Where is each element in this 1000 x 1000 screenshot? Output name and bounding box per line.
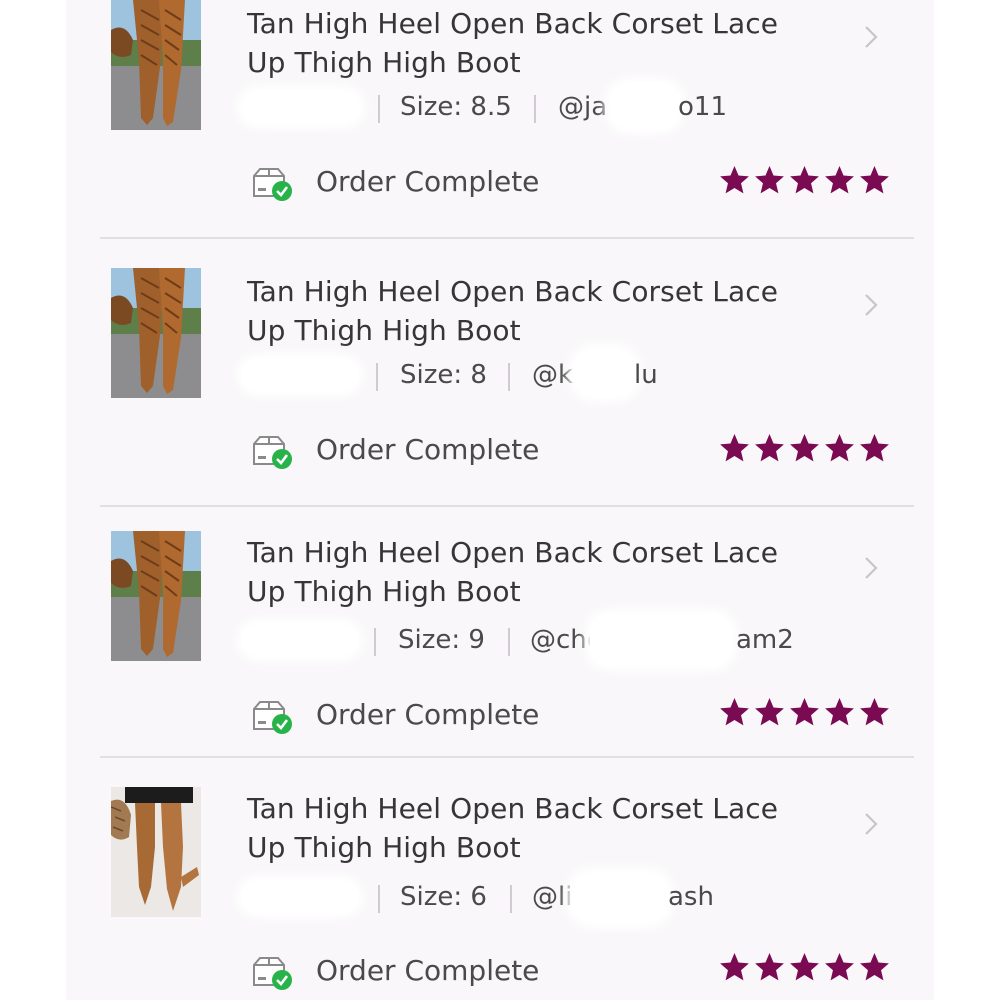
username-suffix: ash	[668, 882, 714, 912]
product-title: Tan High Heel Open Back Corset Lace Up T…	[247, 4, 837, 82]
order-meta: Size: 6 @li ash	[238, 873, 798, 923]
username-suffix: o11	[678, 92, 727, 122]
star-icon	[825, 166, 854, 194]
meta-divider	[378, 885, 380, 913]
product-title: Tan High Heel Open Back Corset Lace Up T…	[247, 789, 837, 867]
size-label: Size: 8.5	[400, 92, 512, 122]
star-icon	[790, 166, 819, 194]
star-icon	[860, 434, 889, 462]
size-label: Size: 8	[400, 360, 487, 390]
redacted-username	[574, 349, 636, 397]
order-item[interactable]: Tan High Heel Open Back Corset Lace Up T…	[100, 531, 914, 757]
status-label: Order Complete	[316, 433, 540, 466]
product-thumbnail[interactable]	[111, 787, 201, 917]
meta-divider	[510, 885, 512, 913]
star-icon	[825, 953, 854, 981]
order-meta: Size: 8 @k lu	[238, 349, 798, 397]
package-check-icon	[250, 434, 294, 470]
meta-divider	[374, 628, 376, 656]
order-meta: Size: 9 @chc am2	[238, 614, 798, 666]
order-divider	[100, 237, 914, 239]
meta-divider	[508, 363, 510, 391]
product-title-line1: Tan High Heel Open Back Corset Lace	[247, 536, 779, 569]
meta-divider	[508, 628, 510, 656]
star-icon	[720, 434, 749, 462]
username-prefix: @k	[532, 360, 574, 390]
star-icon	[720, 953, 749, 981]
chevron-right-icon[interactable]	[856, 290, 886, 320]
username-prefix: @ja	[558, 92, 608, 122]
star-icon	[755, 434, 784, 462]
star-icon	[720, 698, 749, 726]
rating-stars	[718, 951, 890, 985]
star-icon	[860, 698, 889, 726]
meta-divider	[378, 95, 380, 123]
product-thumbnail[interactable]	[111, 531, 201, 661]
order-item[interactable]: Tan High Heel Open Back Corset Lace Up T…	[100, 787, 914, 1000]
size-label: Size: 9	[398, 625, 485, 655]
rating-stars	[718, 432, 890, 466]
product-title-line2: Up Thigh High Boot	[247, 831, 521, 864]
star-icon	[860, 953, 889, 981]
order-item[interactable]: Tan High Heel Open Back Corset Lace Up T…	[100, 0, 914, 238]
star-icon	[790, 953, 819, 981]
redacted-username	[610, 83, 680, 129]
chevron-right-icon[interactable]	[856, 22, 886, 52]
package-check-icon	[250, 166, 294, 202]
order-divider	[100, 756, 914, 758]
star-icon	[790, 434, 819, 462]
chevron-right-icon[interactable]	[856, 553, 886, 583]
product-title-line1: Tan High Heel Open Back Corset Lace	[247, 7, 779, 40]
package-check-icon	[250, 955, 294, 991]
package-check-icon	[250, 699, 294, 735]
status-label: Order Complete	[316, 954, 540, 987]
star-icon	[825, 434, 854, 462]
product-title-line2: Up Thigh High Boot	[247, 314, 521, 347]
product-thumbnail[interactable]	[111, 0, 201, 130]
product-title: Tan High Heel Open Back Corset Lace Up T…	[247, 533, 837, 611]
star-icon	[755, 698, 784, 726]
product-title-line2: Up Thigh High Boot	[247, 46, 521, 79]
rating-stars	[718, 696, 890, 730]
product-title-line2: Up Thigh High Boot	[247, 575, 521, 608]
star-icon	[790, 698, 819, 726]
redacted-name	[242, 359, 358, 391]
order-meta: Size: 8.5 @ja o11	[238, 83, 798, 129]
product-title-line1: Tan High Heel Open Back Corset Lace	[247, 792, 779, 825]
redacted-name	[242, 91, 360, 123]
product-thumbnail[interactable]	[111, 268, 201, 398]
status-label: Order Complete	[316, 698, 540, 731]
order-divider	[100, 505, 914, 507]
star-icon	[720, 166, 749, 194]
star-icon	[755, 166, 784, 194]
order-item[interactable]: Tan High Heel Open Back Corset Lace Up T…	[100, 268, 914, 506]
status-label: Order Complete	[316, 165, 540, 198]
redacted-username	[572, 873, 668, 923]
username-prefix: @li	[532, 882, 573, 912]
product-title-line1: Tan High Heel Open Back Corset Lace	[247, 275, 779, 308]
username-suffix: lu	[634, 360, 658, 390]
meta-divider	[376, 363, 378, 391]
username-suffix: am2	[736, 625, 794, 655]
star-icon	[825, 698, 854, 726]
product-title: Tan High Heel Open Back Corset Lace Up T…	[247, 272, 837, 350]
meta-divider	[534, 95, 536, 123]
redacted-name	[242, 881, 358, 913]
redacted-name	[242, 624, 358, 656]
redacted-username	[590, 614, 732, 666]
size-label: Size: 6	[400, 882, 487, 912]
star-icon	[755, 953, 784, 981]
rating-stars	[718, 164, 890, 198]
star-icon	[860, 166, 889, 194]
chevron-right-icon[interactable]	[856, 809, 886, 839]
